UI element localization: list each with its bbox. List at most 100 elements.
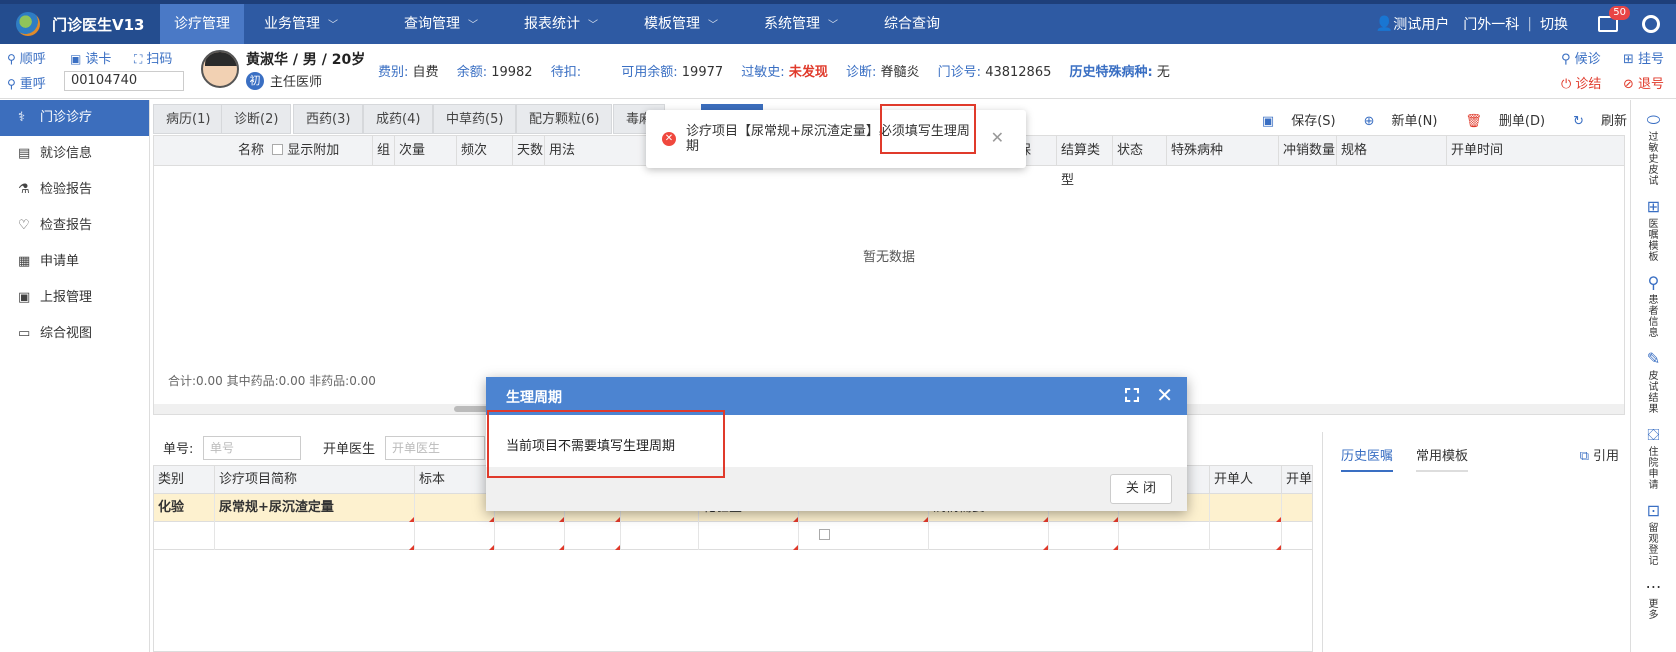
sidebar-item-lab-report[interactable]: ⚗ 检验报告: [0, 172, 149, 208]
nav-template-management[interactable]: 模板管理 ﹀: [630, 4, 732, 44]
col-ordering-doctor: 开单人: [1209, 466, 1281, 494]
sequential-call-button[interactable]: ⚲ 顺呼: [7, 48, 46, 67]
order-number-field[interactable]: 单号: [203, 436, 301, 460]
patient-info-bar: ⚲ 顺呼 ▣ 读卡 ⛶ 扫码 ⚲ 重呼 00104740 黄淑华 / 男 / 20岁 初…: [0, 44, 1676, 99]
app-brand: 门诊医生V13: [0, 4, 160, 44]
rightbar-more[interactable]: ⋯ 更多: [1631, 577, 1676, 621]
refresh-button[interactable]: ↻ 刷新: [1559, 110, 1627, 129]
tab-herbal-medicine[interactable]: 中草药(5): [433, 104, 517, 134]
rightbar-allergy-skin-test[interactable]: ⬭ 过敏史皮试: [1631, 110, 1676, 187]
user-name[interactable]: 测试用户: [1393, 14, 1449, 34]
refresh-icon: ↻: [1573, 113, 1584, 129]
chevron-down-icon: ﹀: [468, 20, 478, 31]
refund-button[interactable]: ⊘ 退号: [1623, 73, 1664, 92]
nav-system-management[interactable]: 系统管理 ﹀: [750, 4, 852, 44]
diagnosis-value: 脊髓炎: [880, 65, 920, 80]
quote-button[interactable]: ⧉ 引用: [1580, 445, 1619, 464]
recall-button[interactable]: ⚲ 重呼: [7, 73, 46, 92]
new-order-button[interactable]: ⊕ 新单(N): [1350, 110, 1438, 129]
tab-western-medicine[interactable]: 西药(3): [293, 104, 364, 134]
sidebar-item-overview[interactable]: ▭ 综合视图: [0, 316, 149, 352]
sidebar-item-visit-info[interactable]: ▤ 就诊信息: [0, 136, 149, 172]
col-name: 名称 显示附加: [238, 143, 340, 158]
tab-medical-record[interactable]: 病历(1): [153, 104, 224, 134]
chevron-down-icon: ﹀: [828, 20, 838, 31]
col-writeoff-qty: 冲销数量: [1278, 136, 1336, 166]
history-special-disease: 无: [1156, 65, 1170, 80]
col-settlement-type: 结算类型: [1056, 136, 1112, 188]
tab-patent-medicine[interactable]: 成药(4): [363, 104, 434, 134]
col-spec: 规格: [1336, 136, 1446, 166]
doctor-info: 初 主任医师: [246, 71, 322, 90]
scan-button[interactable]: ⛶ 扫码: [134, 48, 172, 67]
table-row[interactable]: [154, 522, 1312, 550]
nav-diagnosis-management[interactable]: 诊疗管理: [160, 4, 244, 44]
close-button[interactable]: 关 闭: [1110, 474, 1172, 504]
sidebar-item-application[interactable]: ▦ 申请单: [0, 244, 149, 280]
more-icon: ⋯: [1645, 577, 1662, 596]
col-category: 类别: [158, 472, 185, 487]
nav-business-management[interactable]: 业务管理 ﹀: [250, 4, 352, 44]
sidebar-item-exam-report[interactable]: ♡ 检查报告: [0, 208, 149, 244]
flask-icon: ⚗: [18, 182, 30, 197]
plus-box-icon: ⊞: [1646, 197, 1661, 216]
tab-history-orders[interactable]: 历史医嘱: [1341, 445, 1394, 472]
empty-state-text: 暂无数据: [862, 250, 915, 265]
save-button[interactable]: ▣ 保存(S): [1248, 110, 1336, 129]
rightbar-skin-test-result[interactable]: ✎ 皮试结果: [1631, 349, 1676, 415]
close-icon[interactable]: ✕: [991, 128, 1004, 147]
maximize-icon[interactable]: [1125, 388, 1139, 402]
top-navbar: 门诊医生V13 诊疗管理 业务管理 ﹀ 查询管理 ﹀ 报表统计 ﹀ 模板管理 ﹀ 系统管…: [0, 0, 1676, 44]
col-order: 开单: [1281, 466, 1314, 494]
nav-comprehensive-query[interactable]: 综合查询: [870, 4, 954, 44]
delete-order-button[interactable]: 🗑 删单(D): [1451, 110, 1545, 129]
sidebar-item-outpatient[interactable]: ⚕ 门诊诊疗: [0, 100, 149, 136]
rightbar-order-template[interactable]: ⊞ 医嘱模板: [1631, 197, 1676, 263]
tab-diagnosis[interactable]: 诊断(2): [221, 104, 292, 134]
syringe-icon: ✎: [1646, 349, 1661, 368]
highlight-box: [880, 104, 976, 154]
plus-circle-icon: ⊕: [1363, 113, 1375, 129]
doctor-title: 主任医师: [270, 75, 323, 90]
trash-icon: 🗑: [1465, 113, 1482, 129]
chevron-down-icon: ﹀: [328, 20, 338, 31]
highlight-box: [487, 410, 725, 478]
tab-formula-granules[interactable]: 配方颗粒(6): [516, 104, 613, 134]
heart-icon: ♡: [18, 218, 30, 233]
grid-summary: 合计:0.00 其中药品:0.00 非药品:0.00: [168, 374, 376, 388]
visit-type-badge: 初: [246, 71, 264, 90]
balance-value: 19982: [491, 65, 533, 80]
chevron-down-icon: ﹀: [588, 20, 598, 31]
rightbar-observation-register[interactable]: ⊡ 留观登记: [1631, 501, 1676, 567]
fee-value: 自费: [412, 65, 439, 80]
card-number-field[interactable]: 00104740: [64, 71, 184, 91]
rightbar-inpatient-request[interactable]: ⛋ 住院申请: [1631, 425, 1676, 491]
register-button[interactable]: ⊞ 挂号: [1623, 48, 1664, 67]
close-icon[interactable]: ✕: [1156, 383, 1173, 407]
user-list-icon: ⚲: [1647, 273, 1660, 292]
read-card-button[interactable]: ▣ 读卡: [70, 48, 111, 67]
show-extra-checkbox[interactable]: [272, 144, 284, 155]
quote-icon: ⧉: [1579, 449, 1589, 464]
save-icon: ▣: [1261, 113, 1275, 129]
row-checkbox[interactable]: [819, 529, 830, 540]
dashboard-icon: ▭: [18, 326, 31, 341]
rightbar-patient-info[interactable]: ⚲ 患者信息: [1631, 273, 1676, 339]
allergy-value: 未发现: [788, 65, 828, 80]
finish-visit-button[interactable]: ⏻ 诊结: [1561, 73, 1601, 92]
card-icon: ▣: [70, 52, 82, 66]
switch-button[interactable]: 切换: [1540, 14, 1568, 34]
mail-icon[interactable]: 50: [1598, 6, 1630, 32]
order-doctor-field[interactable]: 开单医生: [385, 436, 485, 460]
tab-common-templates[interactable]: 常用模板: [1416, 445, 1469, 472]
nav-query-management[interactable]: 查询管理 ﹀: [390, 4, 492, 44]
gear-icon[interactable]: [1642, 15, 1660, 33]
form-icon: ▦: [18, 254, 31, 269]
clipboard-icon: ▣: [18, 290, 31, 305]
mail-badge: 50: [1609, 6, 1630, 20]
waiting-button[interactable]: ⚲ 候诊: [1561, 48, 1601, 67]
dialog-title: 生理周期: [506, 390, 562, 406]
nav-report-stats[interactable]: 报表统计 ﹀: [510, 4, 612, 44]
sidebar-item-report-management[interactable]: ▣ 上报管理: [0, 280, 149, 316]
id-card-icon: ▤: [18, 146, 31, 161]
